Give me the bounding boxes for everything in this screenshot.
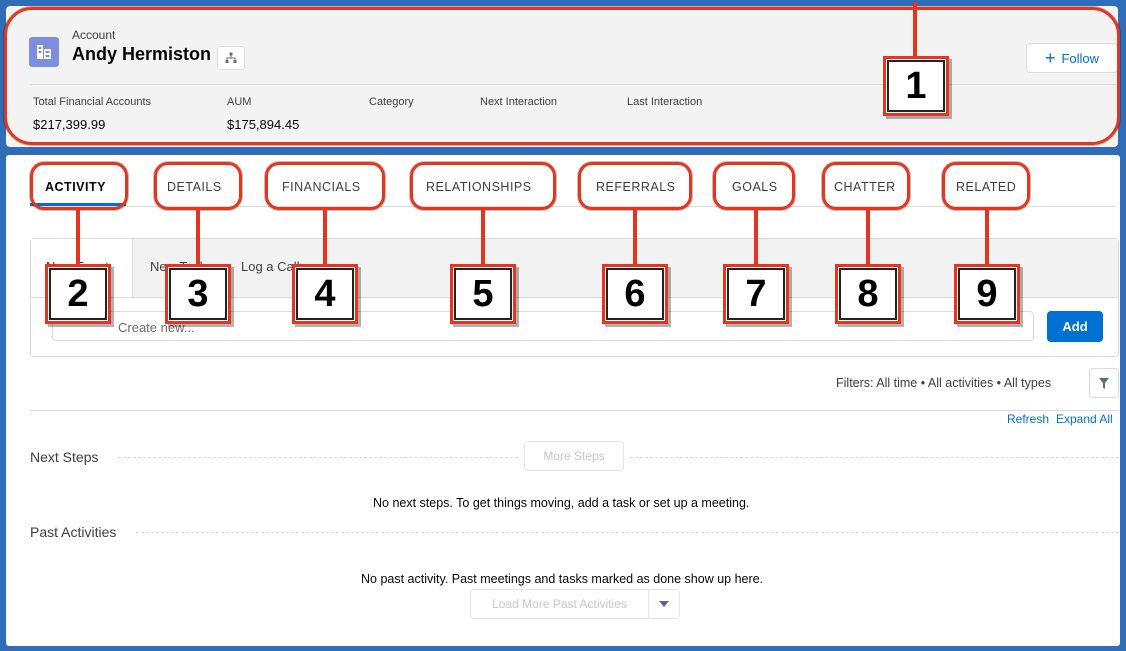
past-activities-title: Past Activities — [30, 524, 117, 540]
callout-connector-8 — [866, 208, 870, 266]
expand-all-link[interactable]: Expand All — [1056, 412, 1113, 426]
callout-highlight-chatter — [822, 162, 910, 210]
next-steps-empty-message: No next steps. To get things moving, add… — [373, 496, 750, 510]
callout-connector-5 — [481, 208, 485, 266]
refresh-link[interactable]: Refresh — [1007, 412, 1049, 426]
chevron-down-icon — [659, 601, 669, 607]
callout-highlight-relationships — [410, 162, 556, 210]
load-more-button-group: Load More Past Activities — [470, 589, 680, 619]
callout-highlight-activity — [30, 162, 128, 210]
callout-connector-4 — [323, 208, 327, 266]
load-more-dropdown-button[interactable] — [649, 590, 679, 618]
callout-9: 9 — [954, 264, 1020, 324]
callout-connector-6 — [633, 208, 637, 266]
callout-7: 7 — [723, 264, 789, 324]
callout-highlight-financials — [265, 162, 385, 210]
callout-connector-1 — [913, 2, 917, 58]
callout-6: 6 — [602, 264, 668, 324]
callout-5: 5 — [450, 264, 516, 324]
callout-8: 8 — [835, 264, 901, 324]
callout-highlight-referrals — [578, 162, 692, 210]
callout-connector-3 — [196, 208, 200, 266]
filter-icon — [1099, 377, 1109, 389]
next-steps-rule-left — [118, 457, 518, 458]
callout-1: 1 — [883, 56, 949, 116]
add-button[interactable]: Add — [1047, 311, 1103, 342]
next-steps-title: Next Steps — [30, 449, 99, 465]
callout-highlight-related — [942, 162, 1030, 210]
next-steps-rule-right — [630, 457, 1119, 458]
load-more-past-activities-button[interactable]: Load More Past Activities — [471, 590, 649, 618]
publisher-tab-log-a-call[interactable]: Log a Call — [241, 259, 300, 274]
callout-connector-2 — [76, 208, 80, 266]
filters-summary: Filters: All time • All activities • All… — [836, 376, 1052, 390]
callout-highlight-header — [4, 7, 1120, 145]
callout-highlight-goals — [713, 162, 795, 210]
more-steps-button[interactable]: More Steps — [524, 441, 624, 471]
past-activities-rule — [136, 532, 1119, 533]
callout-2: 2 — [45, 264, 111, 324]
callout-connector-9 — [985, 208, 989, 266]
callout-connector-7 — [754, 208, 758, 266]
callout-3: 3 — [165, 264, 231, 324]
callout-4: 4 — [292, 264, 358, 324]
filters-divider — [30, 410, 1119, 411]
past-activities-empty-message: No past activity. Past meetings and task… — [361, 572, 764, 586]
filter-button[interactable] — [1089, 368, 1119, 398]
callout-highlight-details — [154, 162, 242, 210]
